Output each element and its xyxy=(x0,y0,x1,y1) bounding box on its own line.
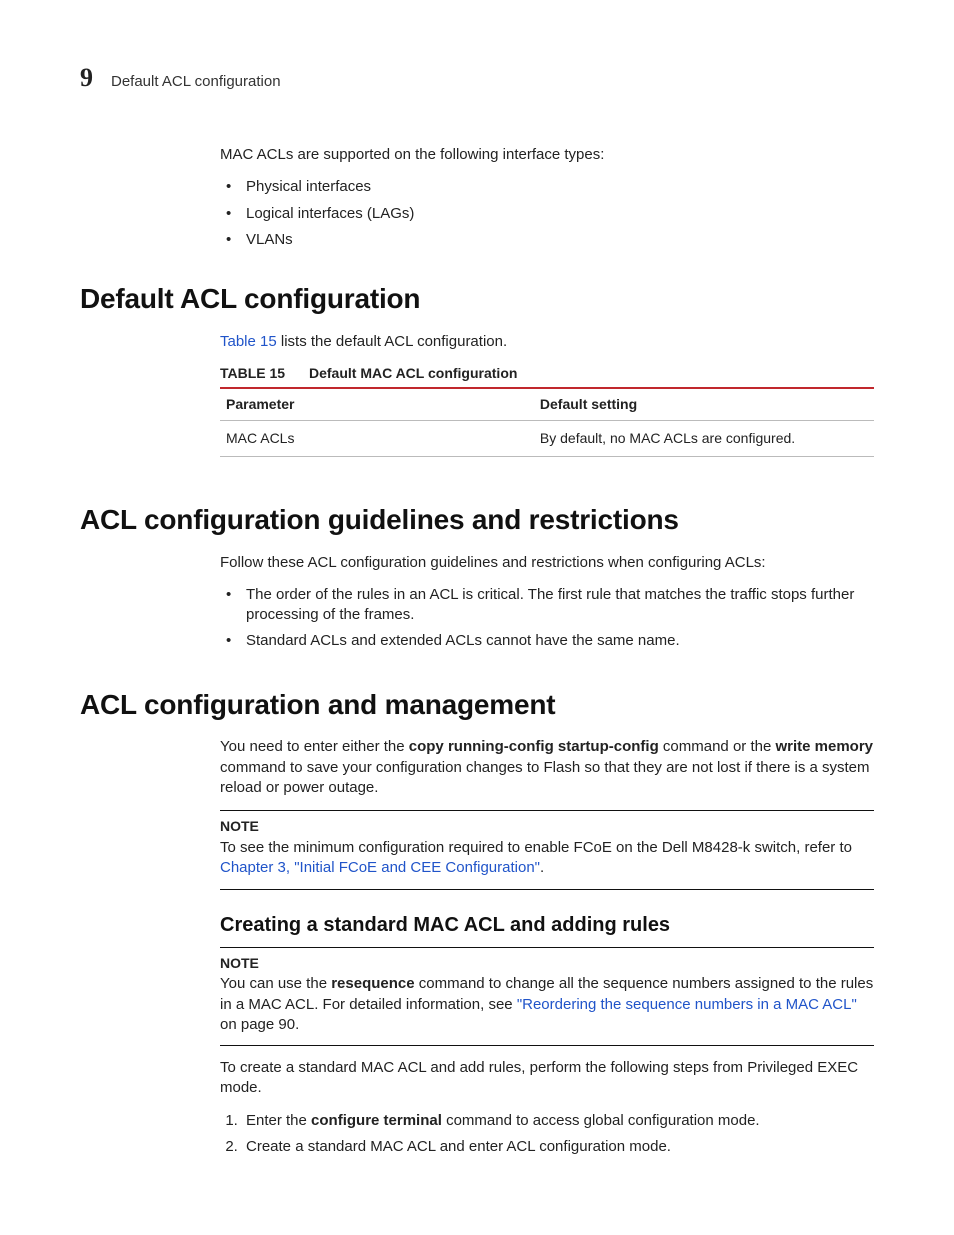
heading-guidelines: ACL configuration guidelines and restric… xyxy=(80,501,874,539)
chapter-3-link[interactable]: Chapter 3, "Initial FCoE and CEE Configu… xyxy=(220,859,540,876)
intro-block: MAC ACLs are supported on the following … xyxy=(220,145,874,250)
horizontal-rule xyxy=(220,947,874,948)
table-15: TABLE 15 Default MAC ACL configuration P… xyxy=(220,364,874,457)
cmd-configure-terminal: configure terminal xyxy=(311,1112,442,1129)
chapter-number: 9 xyxy=(80,60,93,95)
intro-bullet-list: Physical interfaces Logical interfaces (… xyxy=(220,177,874,250)
col-parameter: Parameter xyxy=(220,388,534,420)
note-label: NOTE xyxy=(220,817,874,836)
list-item: Standard ACLs and extended ACLs cannot h… xyxy=(220,631,874,651)
data-table: Parameter Default setting MAC ACLs By de… xyxy=(220,387,874,457)
text-span: To see the minimum configuration require… xyxy=(220,839,852,856)
step-1: Enter the configure terminal command to … xyxy=(242,1111,874,1131)
heading-management: ACL configuration and management xyxy=(80,686,874,724)
cmd-resequence: resequence xyxy=(331,975,414,992)
cell-default-setting: By default, no MAC ACLs are configured. xyxy=(534,420,874,456)
text-span: You can use the xyxy=(220,975,331,992)
management-block: You need to enter either the copy runnin… xyxy=(220,737,874,1157)
note-1-text: To see the minimum configuration require… xyxy=(220,838,874,879)
subheading-create-acl: Creating a standard MAC ACL and adding r… xyxy=(220,912,874,939)
table-row: MAC ACLs By default, no MAC ACLs are con… xyxy=(220,420,874,456)
running-header: 9 Default ACL configuration xyxy=(80,60,874,95)
text-span: You need to enter either the xyxy=(220,738,409,755)
mgmt-paragraph-2: To create a standard MAC ACL and add rul… xyxy=(220,1058,874,1099)
list-item: Logical interfaces (LAGs) xyxy=(220,204,874,224)
horizontal-rule xyxy=(220,1045,874,1046)
steps-list: Enter the configure terminal command to … xyxy=(220,1111,874,1158)
list-item: VLANs xyxy=(220,230,874,250)
cmd-copy-running: copy running-config startup-config xyxy=(409,738,659,755)
guidelines-block: Follow these ACL configuration guideline… xyxy=(220,553,874,652)
list-item: The order of the rules in an ACL is crit… xyxy=(220,585,874,626)
note-2-text: You can use the resequence command to ch… xyxy=(220,974,874,1035)
table-caption: TABLE 15 Default MAC ACL configuration xyxy=(220,364,874,383)
text-span: command or the xyxy=(659,738,776,755)
text-span: command to access global configuration m… xyxy=(442,1112,760,1129)
text-span: Enter the xyxy=(246,1112,311,1129)
cmd-write-memory: write memory xyxy=(775,738,873,755)
text-span: . xyxy=(540,859,544,876)
intro-paragraph: MAC ACLs are supported on the following … xyxy=(220,145,874,165)
list-item: Physical interfaces xyxy=(220,177,874,197)
horizontal-rule xyxy=(220,810,874,811)
guidelines-paragraph: Follow these ACL configuration guideline… xyxy=(220,553,874,573)
table-id: TABLE 15 xyxy=(220,365,285,381)
default-acl-block: Table 15 lists the default ACL configura… xyxy=(220,332,874,457)
note-label: NOTE xyxy=(220,954,874,973)
col-default-setting: Default setting xyxy=(534,388,874,420)
horizontal-rule xyxy=(220,889,874,890)
reordering-link[interactable]: "Reordering the sequence numbers in a MA… xyxy=(517,996,857,1013)
heading-default-acl: Default ACL configuration xyxy=(80,280,874,318)
page: 9 Default ACL configuration MAC ACLs are… xyxy=(0,0,954,1235)
table-header-row: Parameter Default setting xyxy=(220,388,874,420)
cell-parameter: MAC ACLs xyxy=(220,420,534,456)
table-title: Default MAC ACL configuration xyxy=(309,365,517,381)
text-span: lists the default ACL configuration. xyxy=(277,333,507,350)
guidelines-bullet-list: The order of the rules in an ACL is crit… xyxy=(220,585,874,652)
text-span: on page 90. xyxy=(220,1016,299,1033)
default-acl-paragraph: Table 15 lists the default ACL configura… xyxy=(220,332,874,352)
running-title: Default ACL configuration xyxy=(111,72,281,92)
text-span: command to save your configuration chang… xyxy=(220,759,870,796)
table-15-link[interactable]: Table 15 xyxy=(220,333,277,350)
step-2: Create a standard MAC ACL and enter ACL … xyxy=(242,1137,874,1157)
mgmt-paragraph-1: You need to enter either the copy runnin… xyxy=(220,737,874,798)
